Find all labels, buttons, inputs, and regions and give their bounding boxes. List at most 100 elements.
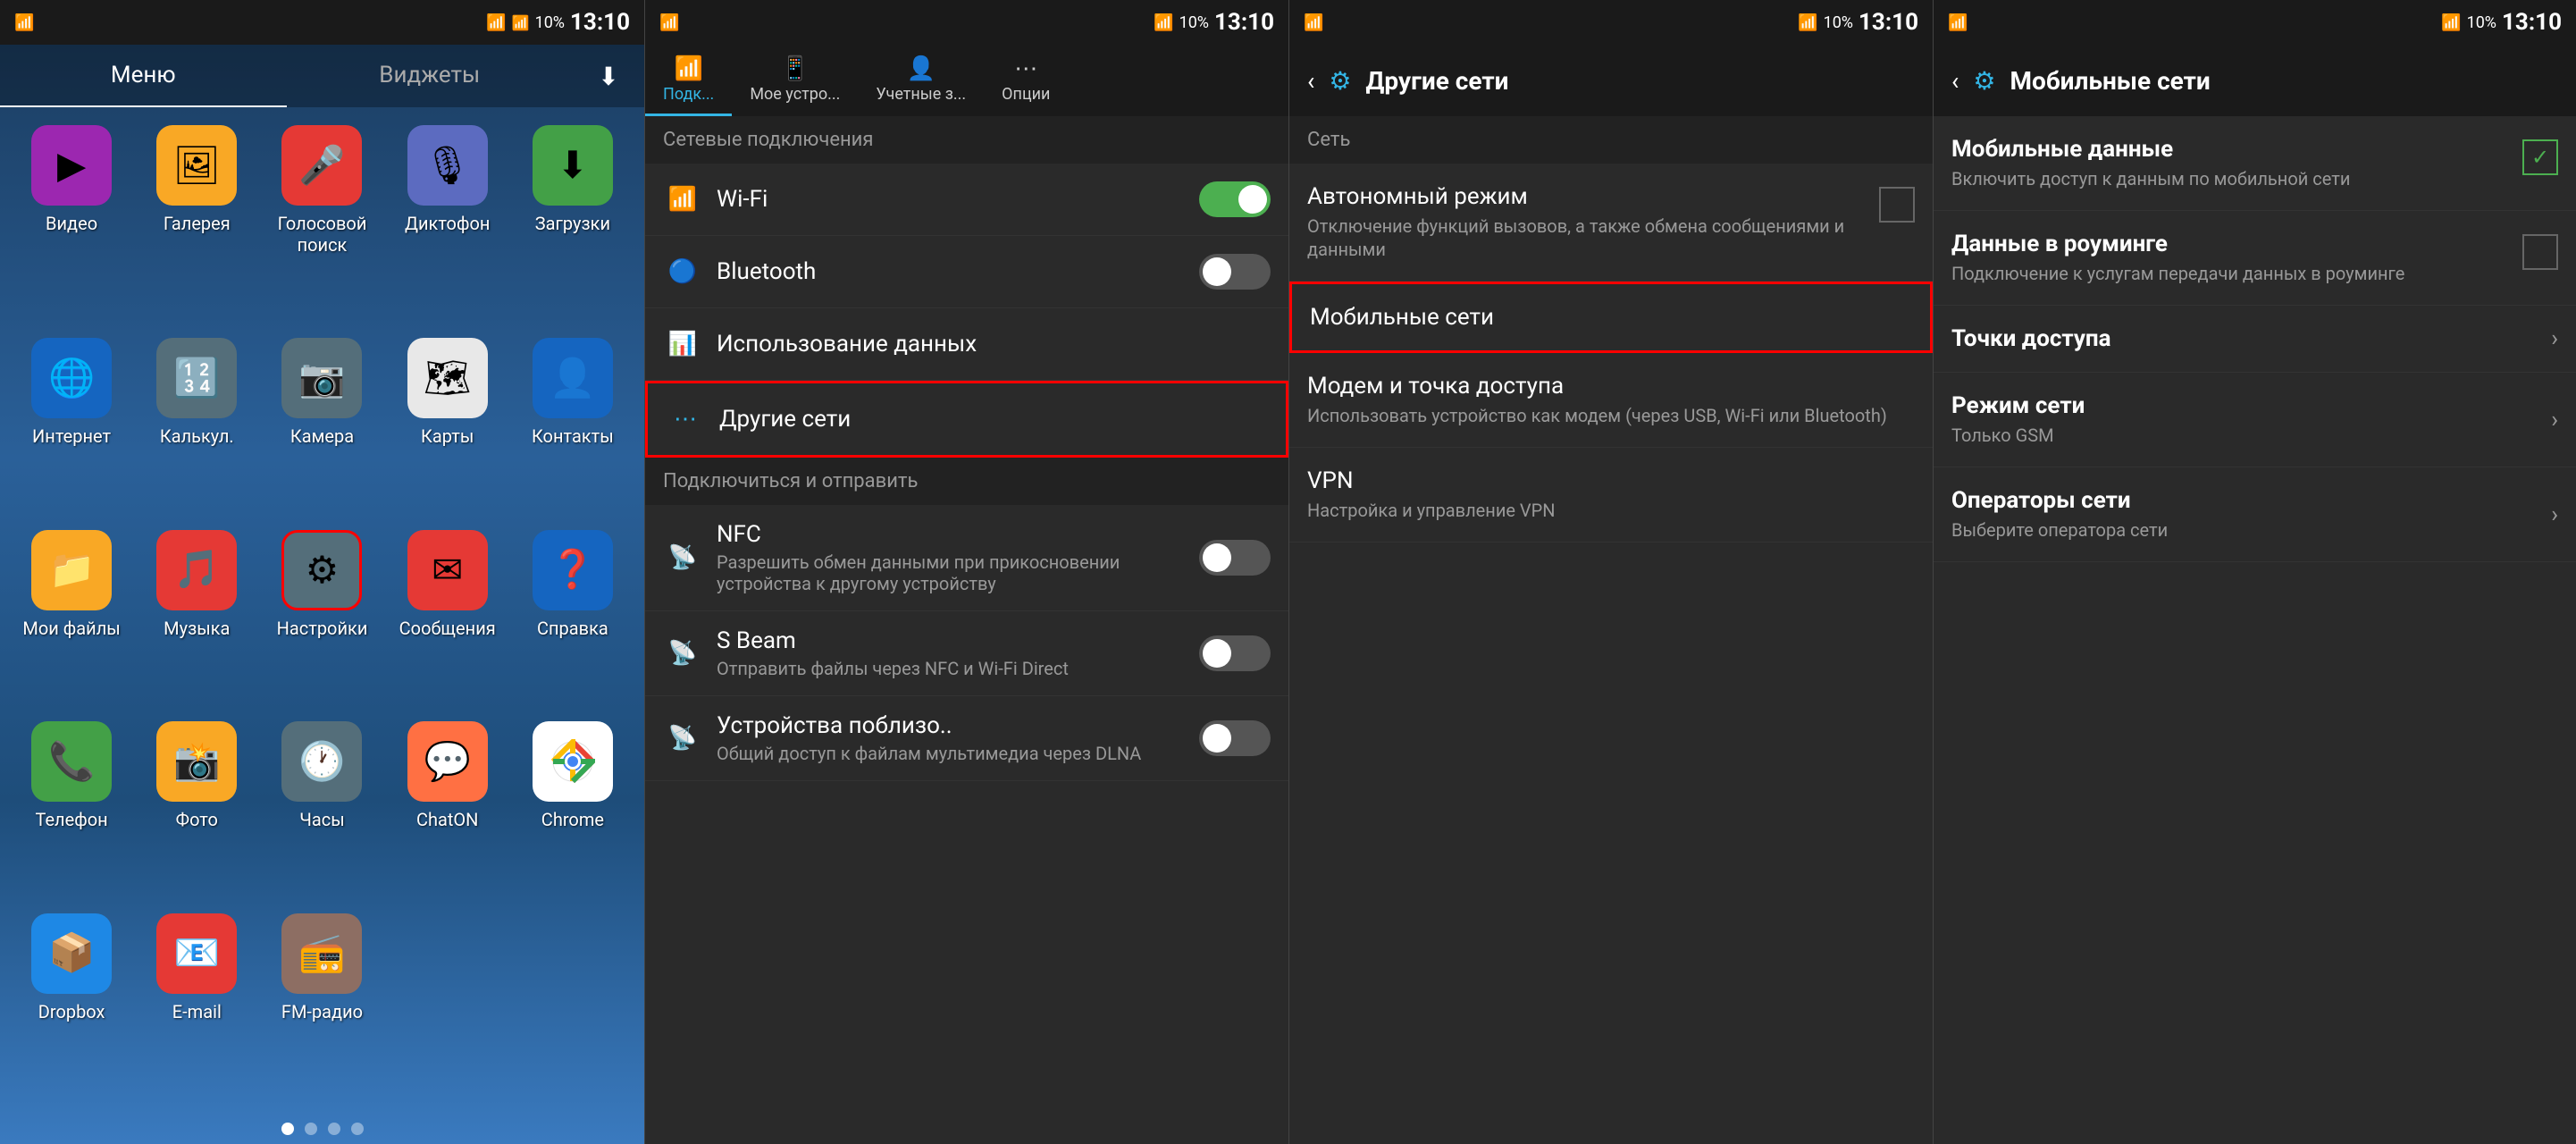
app-video[interactable]: ▶ Видео (13, 125, 130, 329)
wifi-icon: 📶 (486, 13, 506, 32)
sbeam-item[interactable]: 📡 S Beam Отправить файлы через NFC и Wi-… (645, 611, 1288, 696)
home-screen: 📶 📶 📶 10% 13:10 Меню Виджеты ⬇ ▶ Видео 🖼… (0, 0, 644, 1144)
app-internet[interactable]: 🌐 Интернет (13, 338, 130, 520)
sbeam-toggle[interactable] (1199, 635, 1271, 671)
tab-widgets[interactable]: Виджеты (287, 45, 574, 107)
dot-1[interactable] (281, 1123, 294, 1135)
wifi-icon-3: 📶 (1798, 13, 1817, 32)
app-photo[interactable]: 📸 Фото (138, 721, 255, 904)
app-voice[interactable]: 🎤 Голосовой поиск (264, 125, 380, 329)
download-tab[interactable]: ⬇ (573, 45, 644, 107)
mobile-data-checkbox[interactable]: ✓ (2522, 139, 2558, 175)
app-gallery[interactable]: 🖼 Галерея (138, 125, 255, 329)
nfc-item[interactable]: 📡 NFC Разрешить обмен данными при прикос… (645, 505, 1288, 611)
status-left-2: 📶 (659, 13, 679, 32)
app-photo-label: Фото (176, 809, 218, 830)
app-music[interactable]: 🎵 Музыка (138, 530, 255, 712)
back-button-other[interactable]: ‹ (1307, 66, 1314, 96)
tethering-item[interactable]: Модем и точка доступа Использовать устро… (1289, 353, 1933, 448)
network-operators-item[interactable]: Операторы сети Выберите оператора сети › (1934, 467, 2576, 562)
tab-options[interactable]: ⋯ Опции (984, 45, 1068, 116)
app-phone-grid-label: Телефон (35, 809, 107, 830)
data-usage-item[interactable]: 📊 Использование данных (645, 308, 1288, 381)
app-download[interactable]: ⬇ Загрузки (515, 125, 631, 329)
roaming-item[interactable]: Данные в роуминге Подключение к услугам … (1934, 211, 2576, 306)
data-usage-icon: 📊 (663, 324, 702, 364)
app-music-icon: 🎵 (156, 530, 237, 610)
tethering-title: Модем и точка доступа (1307, 373, 1915, 400)
app-phone-grid[interactable]: 📞 Телефон (13, 721, 130, 904)
tab-device[interactable]: 📱 Мое устро... (732, 45, 858, 116)
status-right-2: 📶 10% 13:10 (1154, 9, 1274, 36)
app-fmradio[interactable]: 📻 FM-радио (264, 913, 380, 1096)
sbeam-sub: Отправить файлы через NFC и Wi-Fi Direct (717, 658, 1185, 679)
nearby-item[interactable]: 📡 Устройства поблизо.. Общий доступ к фа… (645, 696, 1288, 781)
other-networks-item[interactable]: ⋯ Другие сети (645, 381, 1288, 458)
tab-connections[interactable]: 📶 Подк... (645, 45, 732, 116)
app-gallery-label: Галерея (164, 213, 231, 234)
device-icon: 📱 (781, 55, 810, 82)
app-calc[interactable]: 🔢 Калькул. (138, 338, 255, 520)
network-operators-arrow: › (2551, 501, 2558, 528)
app-maps[interactable]: 🗺 Карты (390, 338, 506, 520)
nearby-label: Устройства поблизо.. (717, 712, 1185, 739)
mobile-networks-header: ‹ ⚙ Мобильные сети (1934, 45, 2576, 116)
bluetooth-toggle[interactable] (1199, 254, 1271, 290)
tab-accounts[interactable]: 👤 Учетные з... (858, 45, 984, 116)
app-chaton[interactable]: 💬 ChatON (390, 721, 506, 904)
nearby-icon: 📡 (663, 719, 702, 758)
bluetooth-item[interactable]: 🔵 Bluetooth (645, 236, 1288, 308)
battery-text-3: 10% (1824, 13, 1853, 32)
vpn-item[interactable]: VPN Настройка и управление VPN (1289, 448, 1933, 543)
app-settings-icon: ⚙ (281, 530, 362, 610)
app-dropbox[interactable]: 📦 Dropbox (13, 913, 130, 1096)
roaming-sub: Подключение к услугам передачи данных в … (1951, 262, 2513, 285)
network-operators-text: Операторы сети Выберите оператора сети (1951, 487, 2551, 542)
tab-menu[interactable]: Меню (0, 45, 287, 107)
access-points-item[interactable]: Точки доступа › (1934, 306, 2576, 373)
wifi-item[interactable]: 📶 Wi-Fi (645, 164, 1288, 236)
app-messages[interactable]: ✉ Сообщения (390, 530, 506, 712)
app-contacts-icon: 👤 (533, 338, 613, 418)
app-camera[interactable]: 📷 Камера (264, 338, 380, 520)
app-photo-icon: 📸 (156, 721, 237, 802)
dot-2[interactable] (305, 1123, 317, 1135)
app-maps-icon: 🗺 (407, 338, 488, 418)
wifi-icon-4: 📶 (2441, 13, 2461, 32)
status-left-4: 📶 (1948, 13, 1968, 32)
app-contacts[interactable]: 👤 Контакты (515, 338, 631, 520)
app-dropbox-icon: 📦 (31, 913, 112, 994)
network-mode-item[interactable]: Режим сети Только GSM › (1934, 373, 2576, 467)
app-camera-label: Камера (290, 425, 354, 447)
mobile-data-item[interactable]: Мобильные данные Включить доступ к данны… (1934, 116, 2576, 211)
page-dots (0, 1114, 644, 1144)
app-chrome[interactable]: Chrome (515, 721, 631, 904)
app-files[interactable]: 📁 Мои файлы (13, 530, 130, 712)
nearby-toggle[interactable] (1199, 720, 1271, 756)
wifi-toggle-thumb (1238, 185, 1267, 214)
airplane-title: Автономный режим (1307, 183, 1870, 210)
wifi-label: Wi-Fi (717, 186, 1185, 213)
nfc-toggle[interactable] (1199, 540, 1271, 576)
options-icon: ⋯ (1014, 55, 1037, 82)
mobile-networks-item[interactable]: Мобильные сети (1289, 282, 1933, 353)
vpn-title: VPN (1307, 467, 1915, 494)
airplane-checkbox[interactable] (1879, 187, 1915, 223)
dot-3[interactable] (328, 1123, 340, 1135)
app-calc-label: Калькул. (160, 425, 234, 447)
app-video-icon: ▶ (31, 125, 112, 206)
bluetooth-toggle-thumb (1203, 257, 1231, 286)
wifi-toggle[interactable] (1199, 181, 1271, 217)
dot-4[interactable] (351, 1123, 364, 1135)
app-dictaphone[interactable]: 🎙 Диктофон (390, 125, 506, 329)
app-email[interactable]: 📧 E-mail (138, 913, 255, 1096)
app-files-label: Мои файлы (22, 618, 120, 639)
back-button-mobile[interactable]: ‹ (1951, 66, 1959, 96)
roaming-checkbox[interactable] (2522, 234, 2558, 270)
app-help[interactable]: ❓ Справка (515, 530, 631, 712)
app-settings[interactable]: ⚙ Настройки (264, 530, 380, 712)
app-clock[interactable]: 🕐 Часы (264, 721, 380, 904)
bluetooth-icon: 🔵 (663, 252, 702, 291)
airplane-mode-item[interactable]: Автономный режим Отключение функций вызо… (1289, 164, 1933, 282)
sim-icon: 📶 (14, 13, 34, 32)
